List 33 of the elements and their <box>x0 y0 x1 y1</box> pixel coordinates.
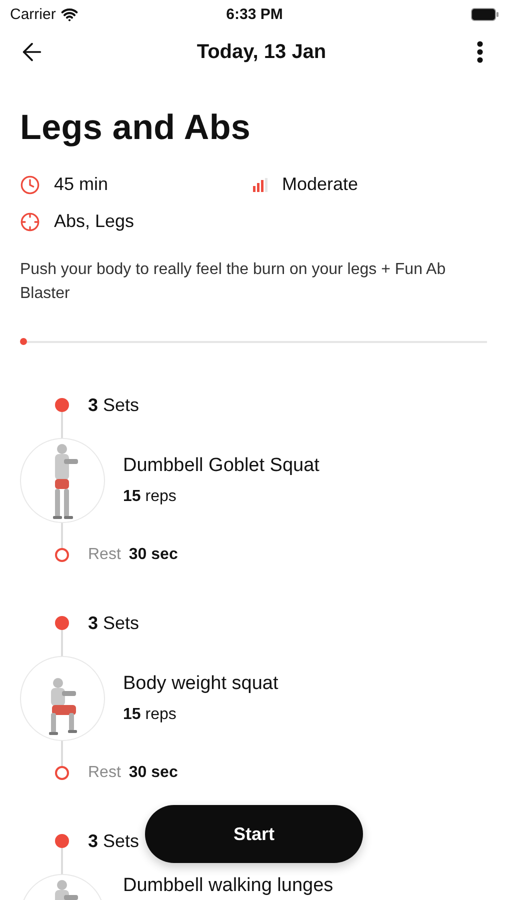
exercise-name: Body weight squat <box>123 673 278 694</box>
exercise-name: Dumbbell walking lunges <box>123 875 334 896</box>
rest-duration: 30 sec <box>128 764 178 782</box>
rest-label: Rest <box>88 546 121 564</box>
workout-description: Push your body to really feel the burn on your legs + Fun Ab Blaster <box>20 260 447 304</box>
clock-icon <box>20 174 40 194</box>
rest-duration: 30 sec <box>128 546 178 564</box>
status-time: 6:33 PM <box>226 6 283 22</box>
set-dot <box>55 834 69 848</box>
set-dot <box>55 616 69 630</box>
rest-label: Rest <box>88 764 121 782</box>
set-dot <box>55 398 69 412</box>
exercise-name: Dumbbell Goblet Squat <box>123 455 320 476</box>
crosshair-icon <box>20 212 40 232</box>
reps-text: 15 reps <box>123 488 178 506</box>
reps-text: 15 reps <box>123 706 178 724</box>
rest-dot <box>55 548 69 562</box>
rest-dot <box>55 766 69 780</box>
carrier-label: Carrier <box>10 6 56 22</box>
battery-icon <box>470 8 499 20</box>
sets-text: 3 Sets <box>88 612 140 634</box>
signal-bars-icon <box>252 178 268 192</box>
more-menu-button[interactable] <box>477 41 483 63</box>
wifi-icon <box>60 6 78 22</box>
sets-text: 3 Sets <box>88 830 140 852</box>
targets-text: Abs, Legs <box>54 211 134 232</box>
sets-text: 3 Sets <box>88 394 140 416</box>
workout-title: Legs and Abs <box>20 108 252 148</box>
start-button[interactable]: Start <box>145 805 363 863</box>
duration-text: 45 min <box>54 174 108 195</box>
difficulty-text: Moderate <box>282 174 358 195</box>
header-title: Today, 13 Jan <box>196 40 326 64</box>
more-icon <box>477 41 483 63</box>
